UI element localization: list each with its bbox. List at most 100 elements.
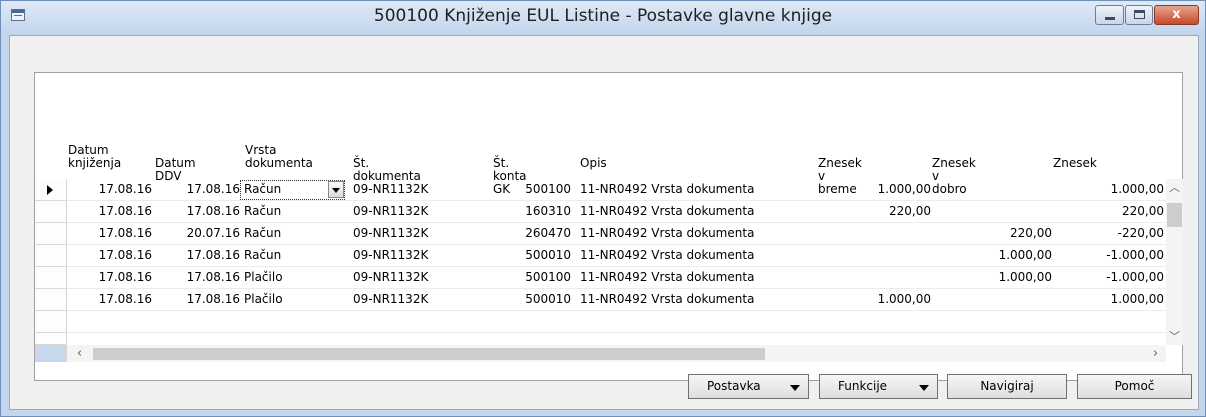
table-row[interactable]: 17.08.16 17.08.16 Plačilo 09-NR1132K 500… [35, 267, 1166, 289]
cell-znesek-v-breme[interactable] [815, 245, 931, 267]
row-selector[interactable] [35, 223, 67, 245]
cell-datum-knjizenja[interactable]: 17.08.16 [68, 245, 152, 267]
cell-znesek[interactable]: -220,00 [1055, 223, 1164, 245]
vertical-scroll-thumb[interactable] [1167, 203, 1182, 227]
cell-st-konta-gk[interactable]: 500010 [487, 289, 571, 311]
row-selector[interactable] [35, 245, 67, 267]
cell-datum-knjizenja[interactable]: 17.08.16 [68, 289, 152, 311]
scroll-corner [35, 345, 67, 362]
title-bar[interactable]: 500100 Knjiženje EUL Listine - Postavke … [1, 1, 1205, 31]
chevron-left-icon[interactable]: ‹ [71, 345, 88, 362]
header-label-line2: knjiženja [68, 156, 122, 170]
table-row[interactable]: 17.08.16 20.07.16 Račun 09-NR1132K 26047… [35, 223, 1166, 245]
cell-znesek-v-breme[interactable]: 1.000,00 [815, 179, 931, 201]
chevron-right-icon[interactable]: › [1147, 345, 1164, 362]
pomoc-button[interactable]: Pomoč [1077, 374, 1192, 399]
cell-st-dokumenta[interactable]: 09-NR1132K [353, 245, 483, 267]
cell-znesek-v-dobro[interactable] [935, 289, 1052, 311]
cell-datum-ddv[interactable]: 17.08.16 [155, 289, 240, 311]
cell-datum-ddv[interactable]: 17.08.16 [155, 245, 240, 267]
cell-st-konta-gk[interactable]: 260470 [487, 223, 571, 245]
table-row[interactable]: 17.08.16 17.08.16 Plačilo 09-NR1132K 500… [35, 289, 1166, 311]
row-selector[interactable] [35, 179, 67, 201]
row-selector[interactable] [35, 333, 67, 345]
cell-st-dokumenta[interactable]: 09-NR1132K [353, 201, 483, 223]
cell-vrsta-dokumenta[interactable]: Račun [244, 179, 324, 201]
cell-datum-ddv[interactable]: 17.08.16 [155, 179, 240, 201]
cell-znesek-v-dobro[interactable] [935, 201, 1052, 223]
cell-st-dokumenta[interactable]: 09-NR1132K [353, 289, 483, 311]
cell-opis[interactable]: 11-NR0492 Vrsta dokumenta [580, 201, 812, 223]
chevron-down-icon [919, 385, 929, 391]
row-selector[interactable] [35, 311, 67, 333]
cell-znesek-v-dobro[interactable]: 1.000,00 [935, 245, 1052, 267]
cell-st-dokumenta[interactable]: 09-NR1132K [353, 223, 483, 245]
cell-st-konta-gk[interactable]: 500010 [487, 245, 571, 267]
new-row[interactable] [35, 311, 1166, 333]
cell-znesek-v-dobro[interactable]: 1.000,00 [935, 267, 1052, 289]
cell-datum-knjizenja[interactable]: 17.08.16 [68, 267, 152, 289]
dropdown-button[interactable] [328, 181, 344, 198]
funkcije-button[interactable]: Funkcije [819, 374, 938, 399]
cell-znesek[interactable]: 220,00 [1055, 201, 1164, 223]
navigiraj-label: Navigiraj [980, 379, 1034, 393]
cell-znesek[interactable]: -1.000,00 [1055, 245, 1164, 267]
cell-st-dokumenta[interactable]: 09-NR1132K [353, 179, 483, 201]
cell-znesek[interactable]: 1.000,00 [1055, 289, 1164, 311]
header-znesek[interactable]: Znesek [1053, 157, 1097, 170]
vertical-scrollbar[interactable]: ︿ ﹀ [1166, 179, 1183, 345]
cell-datum-knjizenja[interactable]: 17.08.16 [68, 179, 152, 201]
row-selector[interactable] [35, 267, 67, 289]
horizontal-scroll-thumb[interactable] [93, 348, 765, 360]
minimize-button[interactable] [1095, 5, 1124, 25]
cell-datum-knjizenja[interactable]: 17.08.16 [68, 201, 152, 223]
table-row[interactable]: 17.08.16 17.08.16 Račun 09-NR1132K 50001… [35, 245, 1166, 267]
cell-vrsta-dokumenta[interactable]: Plačilo [244, 267, 324, 289]
table-row[interactable]: 17.08.16 17.08.16 Račun 09-NR1132K 16031… [35, 201, 1166, 223]
cell-opis[interactable]: 11-NR0492 Vrsta dokumenta [580, 223, 812, 245]
cell-znesek-v-dobro[interactable] [935, 179, 1052, 201]
maximize-button[interactable] [1125, 5, 1153, 25]
header-label: Znesek [1053, 156, 1097, 170]
cell-opis[interactable]: 11-NR0492 Vrsta dokumenta [580, 267, 812, 289]
new-row[interactable] [35, 333, 1166, 345]
header-label: Opis [580, 156, 607, 170]
cell-znesek-v-dobro[interactable]: 220,00 [935, 223, 1052, 245]
header-vrsta-dokumenta[interactable]: Vrsta dokumenta [245, 144, 313, 170]
chevron-up-icon[interactable]: ︿ [1166, 179, 1183, 196]
chevron-down-icon [790, 385, 800, 391]
header-datum-knjizenja[interactable]: Datum knjiženja [68, 144, 121, 170]
cell-znesek[interactable]: -1.000,00 [1055, 267, 1164, 289]
table-row[interactable]: 17.08.16 17.08.16 Račun 09-NR1132K 50010… [35, 179, 1166, 201]
cell-st-konta-gk[interactable]: 160310 [487, 201, 571, 223]
cell-st-konta-gk[interactable]: 500100 [487, 267, 571, 289]
cell-znesek-v-breme[interactable]: 220,00 [815, 201, 931, 223]
horizontal-scrollbar[interactable]: ‹ › [67, 345, 1166, 362]
cell-opis[interactable]: 11-NR0492 Vrsta dokumenta [580, 245, 812, 267]
entries-grid[interactable]: Datum knjiženja Datum DDV Vrsta dokument… [34, 72, 1183, 381]
cell-opis[interactable]: 11-NR0492 Vrsta dokumenta [580, 179, 812, 201]
cell-datum-ddv[interactable]: 20.07.16 [155, 223, 240, 245]
cell-st-dokumenta[interactable]: 09-NR1132K [353, 267, 483, 289]
row-selector[interactable] [35, 289, 67, 311]
close-button[interactable]: x [1154, 5, 1199, 25]
cell-datum-knjizenja[interactable]: 17.08.16 [68, 223, 152, 245]
cell-datum-ddv[interactable]: 17.08.16 [155, 201, 240, 223]
chevron-down-icon[interactable]: ﹀ [1166, 328, 1183, 345]
cell-opis[interactable]: 11-NR0492 Vrsta dokumenta [580, 289, 812, 311]
header-opis[interactable]: Opis [580, 157, 607, 170]
cell-znesek-v-breme[interactable] [815, 223, 931, 245]
cell-st-konta-gk[interactable]: 500100 [487, 179, 571, 201]
cell-vrsta-dokumenta[interactable]: Račun [244, 223, 324, 245]
pomoc-label: Pomoč [1114, 379, 1155, 393]
row-selector[interactable] [35, 201, 67, 223]
cell-datum-ddv[interactable]: 17.08.16 [155, 267, 240, 289]
cell-znesek-v-breme[interactable] [815, 267, 931, 289]
cell-znesek[interactable]: 1.000,00 [1055, 179, 1164, 201]
postavka-button[interactable]: Postavka [688, 374, 809, 399]
navigiraj-button[interactable]: Navigiraj [947, 374, 1067, 399]
cell-vrsta-dokumenta[interactable]: Plačilo [244, 289, 324, 311]
cell-vrsta-dokumenta[interactable]: Račun [244, 245, 324, 267]
cell-znesek-v-breme[interactable]: 1.000,00 [815, 289, 931, 311]
cell-vrsta-dokumenta[interactable]: Račun [244, 201, 324, 223]
